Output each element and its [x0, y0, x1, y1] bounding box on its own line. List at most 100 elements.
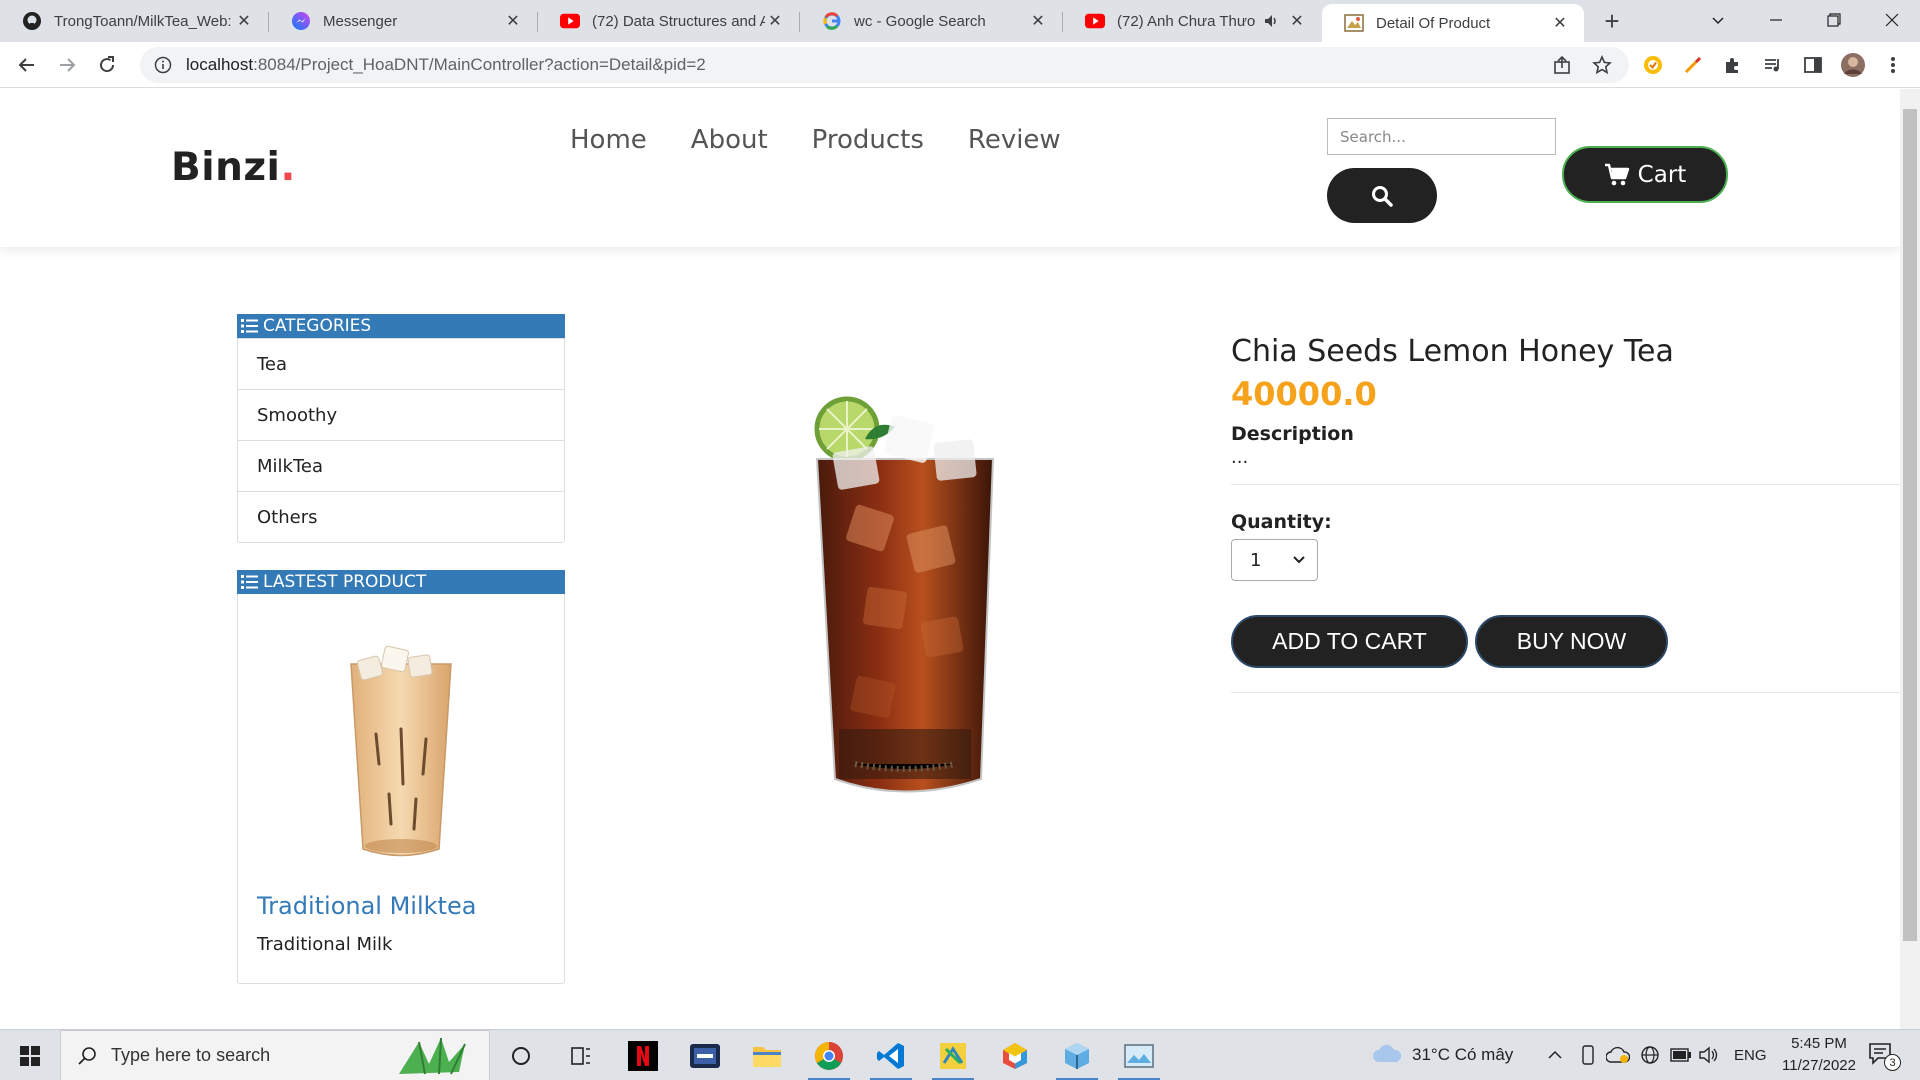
- phone-link-icon[interactable]: [1580, 1045, 1596, 1069]
- category-tea[interactable]: Tea: [238, 338, 564, 389]
- quantity-select[interactable]: 1: [1231, 539, 1318, 581]
- taskbar-netflix[interactable]: [614, 1030, 672, 1080]
- buy-now-button[interactable]: BUY NOW: [1475, 615, 1668, 668]
- latest-product-image[interactable]: [331, 634, 471, 864]
- categories-panel: CATEGORIES Tea Smoothy MilkTea Others: [237, 314, 565, 543]
- address-bar[interactable]: localhost:8084/Project_HoaDNT/MainContro…: [140, 47, 1629, 83]
- quantity-label: Quantity:: [1231, 511, 1332, 533]
- nav-products[interactable]: Products: [812, 125, 924, 155]
- search-icon: [1372, 185, 1393, 207]
- taskbar-file-explorer[interactable]: [738, 1030, 796, 1080]
- minimize-button[interactable]: [1748, 0, 1804, 40]
- media-control-icon[interactable]: [1758, 50, 1788, 80]
- search-highlight-leaf-icon: [389, 1034, 485, 1078]
- restore-button[interactable]: [1806, 0, 1862, 40]
- bookmark-star-icon[interactable]: [1587, 50, 1617, 80]
- back-button[interactable]: [12, 50, 42, 80]
- chrome-icon: [815, 1041, 843, 1070]
- new-tab-button[interactable]: +: [1597, 6, 1627, 36]
- language-indicator[interactable]: ENG: [1734, 1047, 1767, 1064]
- taskbar-chrome[interactable]: [800, 1030, 858, 1080]
- close-icon[interactable]: ✕: [1287, 11, 1307, 31]
- url-text: localhost:8084/Project_HoaDNT/MainContro…: [186, 55, 706, 75]
- taskbar-virtualbox[interactable]: [1048, 1030, 1106, 1080]
- close-icon: [1885, 13, 1899, 27]
- close-icon[interactable]: ✕: [765, 11, 785, 31]
- weather-icon[interactable]: [1372, 1044, 1402, 1068]
- add-to-cart-button[interactable]: ADD TO CART: [1231, 615, 1468, 668]
- reload-button[interactable]: [92, 50, 122, 80]
- site-logo[interactable]: Binzi.: [171, 145, 296, 190]
- taskbar-xaml-app[interactable]: [924, 1030, 982, 1080]
- forward-button[interactable]: [52, 50, 82, 80]
- close-window-button[interactable]: [1864, 0, 1920, 40]
- latest-product-panel: LASTEST PRODUCT Traditional Milktea Trad…: [237, 570, 565, 984]
- latest-product-name[interactable]: Traditional Milktea: [257, 892, 564, 920]
- cortana-icon: [512, 1046, 530, 1065]
- category-milktea[interactable]: MilkTea: [238, 440, 564, 491]
- tab-messenger[interactable]: Messenger ✕: [269, 0, 537, 42]
- ide-icon: [690, 1043, 720, 1068]
- taskbar-search-box[interactable]: Type here to search: [60, 1030, 490, 1080]
- battery-icon[interactable]: [1670, 1047, 1692, 1066]
- close-icon[interactable]: ✕: [503, 11, 523, 31]
- share-icon[interactable]: [1547, 50, 1577, 80]
- nav-about[interactable]: About: [691, 125, 768, 155]
- tab-youtube-dsa[interactable]: (72) Data Structures and Alg ✕: [538, 0, 799, 42]
- profile-avatar[interactable]: [1838, 50, 1868, 80]
- extension-colorpicker-icon[interactable]: [1678, 50, 1708, 80]
- taskbar-3d-app[interactable]: [986, 1030, 1044, 1080]
- tab-title: Messenger: [323, 12, 398, 30]
- network-globe-icon[interactable]: [1640, 1045, 1660, 1069]
- nav-review[interactable]: Review: [968, 125, 1061, 155]
- folder-icon: [753, 1046, 781, 1067]
- extension-norton-icon[interactable]: [1638, 50, 1668, 80]
- clock-date[interactable]: 11/27/2022: [1774, 1057, 1864, 1074]
- shopping-cart-icon: [1604, 163, 1629, 185]
- close-icon[interactable]: ✕: [1028, 11, 1048, 31]
- tab-youtube-music[interactable]: (72) Anh Chưa Thương ✕: [1063, 0, 1321, 42]
- close-icon[interactable]: ✕: [234, 11, 254, 31]
- side-panel-icon[interactable]: [1798, 50, 1828, 80]
- tab-title: (72) Anh Chưa Thương: [1117, 12, 1255, 30]
- category-smoothy[interactable]: Smoothy: [238, 389, 564, 440]
- list-icon: [241, 574, 259, 590]
- taskbar-vscode[interactable]: [862, 1030, 920, 1080]
- clock-time[interactable]: 5:45 PM: [1786, 1035, 1852, 1052]
- taskbar-task-view[interactable]: [552, 1030, 610, 1080]
- weather-text[interactable]: 31°C Có mây: [1412, 1045, 1513, 1065]
- chevron-down-icon: [1712, 17, 1724, 25]
- search-button[interactable]: [1327, 168, 1437, 223]
- info-icon[interactable]: [148, 50, 178, 80]
- notification-icon[interactable]: 3: [1868, 1042, 1908, 1072]
- notification-count: 3: [1884, 1054, 1901, 1071]
- speaker-icon[interactable]: [1263, 13, 1279, 29]
- start-button[interactable]: [0, 1030, 60, 1080]
- tab-search-button[interactable]: [1690, 0, 1746, 40]
- virtualbox-icon: [1065, 1042, 1089, 1069]
- taskbar-jetbrains[interactable]: [676, 1030, 734, 1080]
- tab-google-search[interactable]: wc - Google Search ✕: [800, 0, 1062, 42]
- close-icon[interactable]: ✕: [1550, 13, 1570, 33]
- windows-logo-icon: [20, 1045, 40, 1066]
- category-others[interactable]: Others: [238, 491, 564, 542]
- tab-detail-of-product[interactable]: Detail Of Product ✕: [1322, 4, 1584, 42]
- product-title: Chia Seeds Lemon Honey Tea: [1231, 334, 1674, 369]
- kebab-menu-icon[interactable]: [1878, 50, 1908, 80]
- taskbar-image-app[interactable]: [1110, 1030, 1168, 1080]
- latest-product-desc: Traditional Milk: [257, 934, 393, 955]
- task-view-button[interactable]: [492, 1030, 550, 1080]
- browser-tab-strip: TrongToann/MilkTea_Web: A ✕ Messenger ✕ …: [0, 0, 1920, 42]
- extensions-puzzle-icon[interactable]: [1718, 50, 1748, 80]
- volume-icon[interactable]: [1698, 1045, 1720, 1069]
- onedrive-icon[interactable]: [1605, 1046, 1631, 1068]
- search-input[interactable]: [1327, 118, 1556, 155]
- list-icon: [241, 318, 259, 334]
- cart-button[interactable]: Cart: [1562, 146, 1728, 203]
- chevron-up-icon[interactable]: [1547, 1047, 1563, 1067]
- nav-home[interactable]: Home: [570, 125, 647, 155]
- tab-github[interactable]: TrongToann/MilkTea_Web: A ✕: [0, 0, 268, 42]
- scrollbar-thumb[interactable]: [1903, 109, 1917, 941]
- page-icon: [1344, 13, 1364, 33]
- page-scrollbar[interactable]: [1900, 89, 1920, 1029]
